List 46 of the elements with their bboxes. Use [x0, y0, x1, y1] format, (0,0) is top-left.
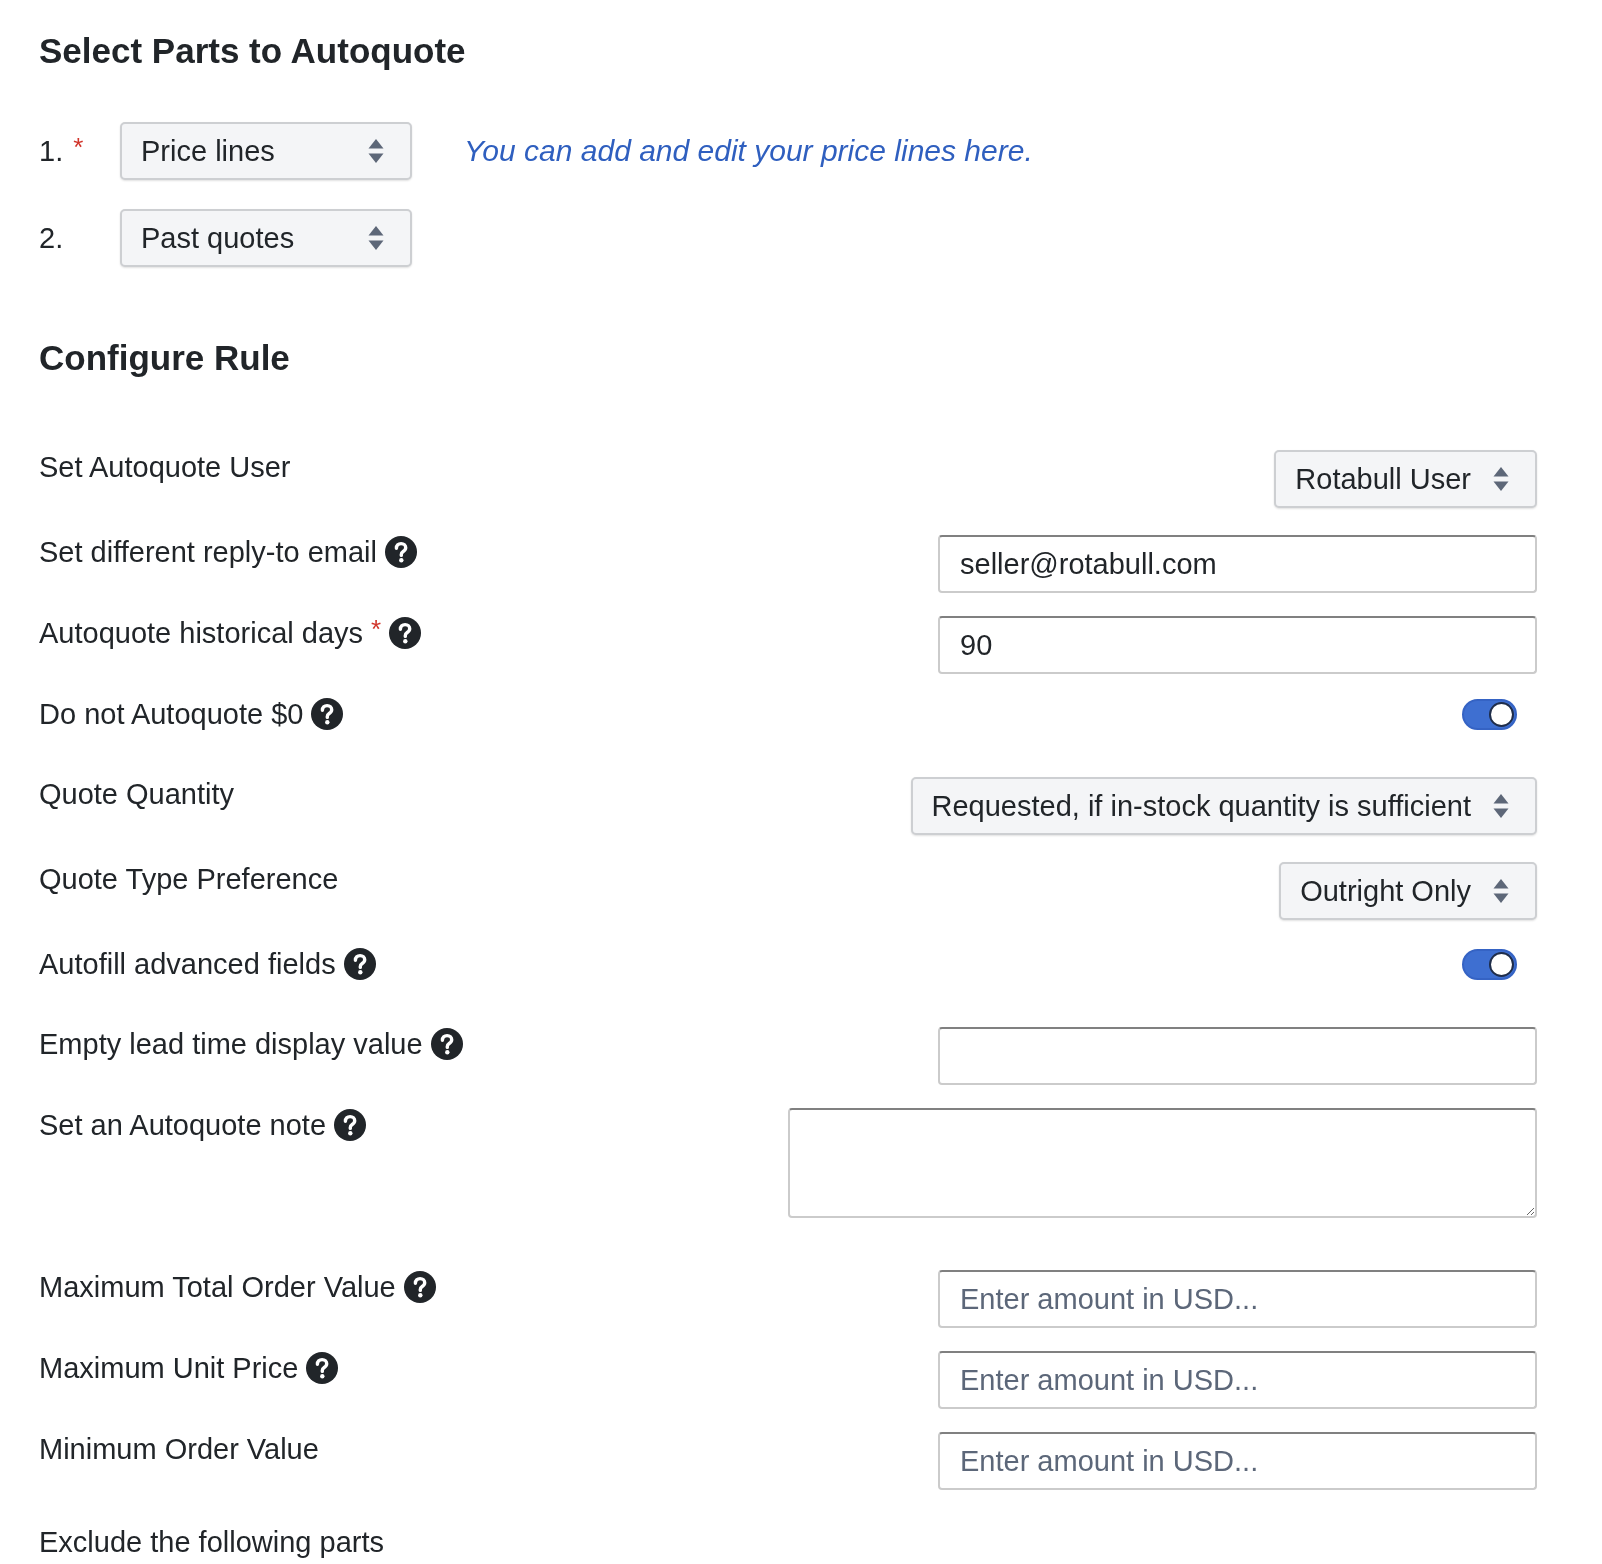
up-down-caret-icon	[368, 138, 384, 164]
field-label: Autofill advanced fields	[39, 947, 336, 981]
step-number: 1.	[39, 134, 64, 168]
help-icon[interactable]	[306, 1352, 339, 1384]
text-input[interactable]: seller@rotabull.com	[938, 535, 1537, 593]
help-icon[interactable]	[334, 1109, 367, 1141]
section-title: Select Parts to Autoquote	[39, 30, 466, 72]
up-down-caret-icon	[1493, 878, 1509, 904]
up-down-caret-icon	[368, 225, 384, 251]
required-mark: *	[73, 134, 84, 160]
price-lines-link[interactable]: You can add and edit your price lines here.	[464, 132, 1033, 170]
field-label: Exclude the following parts	[39, 1525, 384, 1559]
help-icon[interactable]	[389, 617, 422, 649]
help-icon[interactable]	[430, 1028, 463, 1060]
toggle-switch[interactable]	[1462, 949, 1517, 980]
help-icon[interactable]	[311, 698, 344, 730]
up-down-caret-icon	[1493, 466, 1509, 492]
select-dropdown[interactable]: Rotabull User	[1274, 450, 1537, 508]
text-input[interactable]: Enter amount in USD...	[938, 1270, 1537, 1328]
field-label: Maximum Unit Price	[39, 1351, 299, 1385]
up-down-caret-icon	[1493, 793, 1509, 819]
field-label: Quote Type Preference	[39, 862, 339, 896]
field-label: Autoquote historical days	[39, 616, 364, 650]
field-label: Set an Autoquote note	[39, 1108, 327, 1142]
field-label: Minimum Order Value	[39, 1432, 319, 1466]
field-label: Set Autoquote User	[39, 450, 291, 484]
text-input[interactable]: Enter amount in USD...	[938, 1432, 1537, 1490]
select-dropdown[interactable]: Outright Only	[1279, 862, 1537, 920]
text-input[interactable]: 90	[938, 616, 1537, 674]
text-input[interactable]: Enter amount in USD...	[938, 1351, 1537, 1409]
toggle-switch[interactable]	[1462, 699, 1517, 730]
field-label: Empty lead time display value	[39, 1027, 423, 1061]
field-label: Quote Quantity	[39, 777, 235, 811]
required-mark: *	[371, 616, 382, 642]
select-dropdown[interactable]: Requested, if in-stock quantity is sufficient	[910, 777, 1537, 835]
help-icon[interactable]	[343, 948, 376, 980]
select-dropdown[interactable]: Past quotes	[120, 209, 412, 267]
field-label: Do not Autoquote $0	[39, 697, 304, 731]
field-label: Maximum Total Order Value	[39, 1270, 396, 1304]
text-input[interactable]	[938, 1027, 1537, 1085]
help-icon[interactable]	[384, 536, 417, 568]
section-title: Configure Rule	[39, 337, 290, 379]
step-number: 2.	[39, 221, 64, 255]
help-icon[interactable]	[403, 1271, 436, 1303]
select-dropdown[interactable]: Price lines	[120, 122, 412, 180]
field-label: Set different reply-to email	[39, 535, 377, 569]
